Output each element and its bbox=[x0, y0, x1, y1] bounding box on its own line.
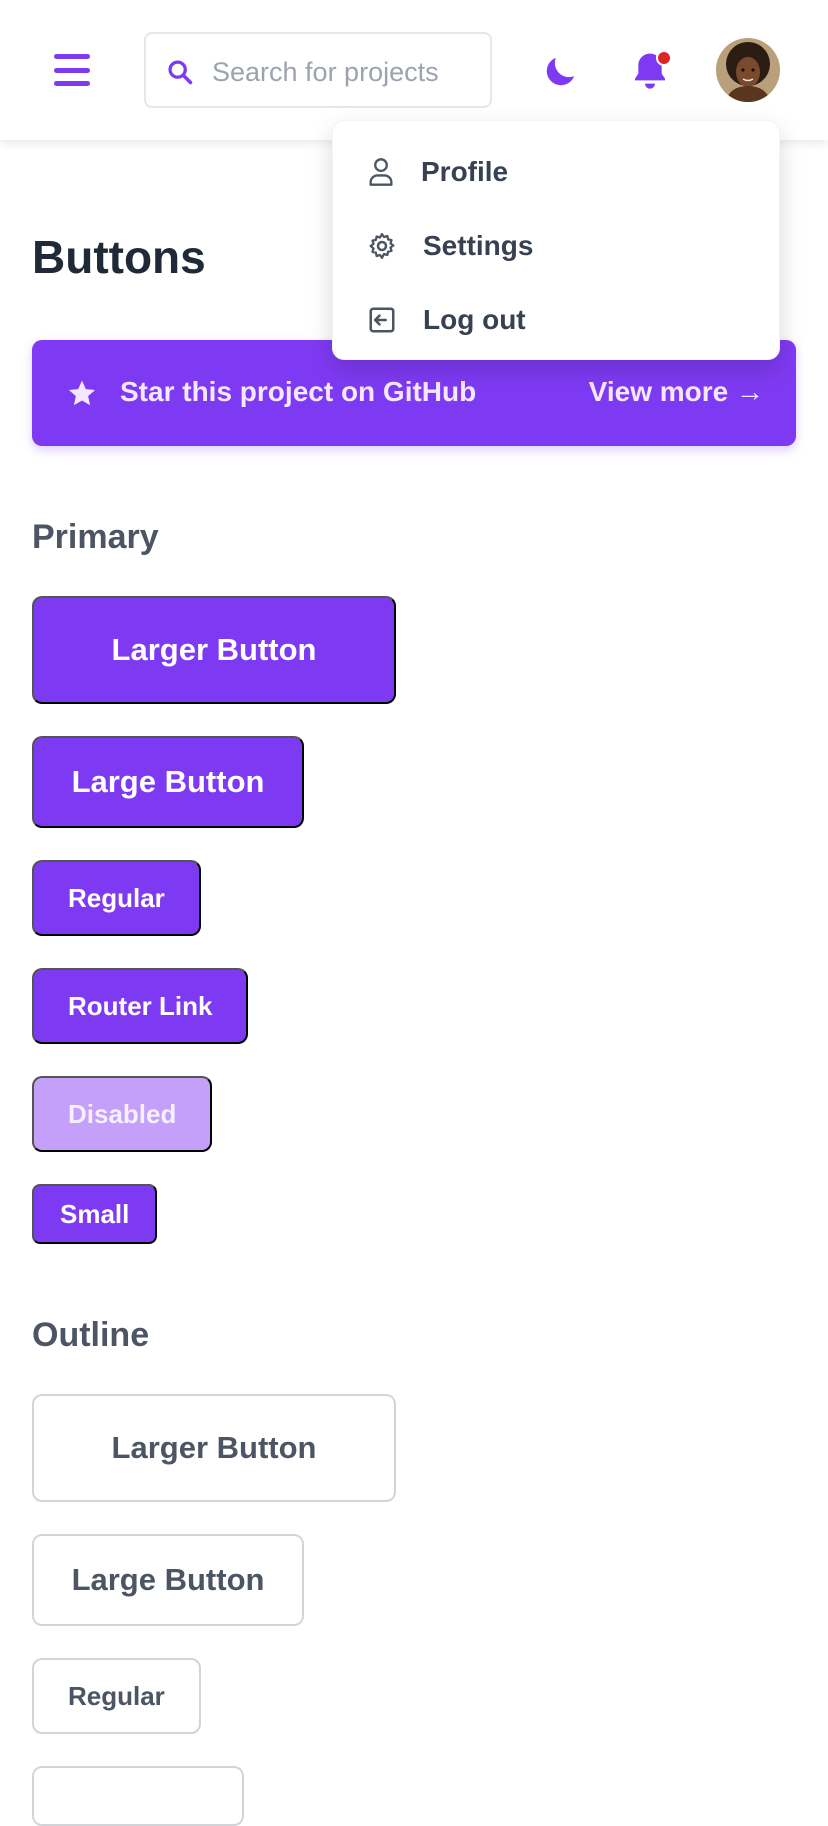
view-more-link[interactable]: View more → bbox=[589, 376, 764, 408]
search-input[interactable] bbox=[212, 52, 482, 92]
section-title-outline: Outline bbox=[32, 1316, 150, 1354]
outline-larger-button[interactable]: Larger Button bbox=[32, 1394, 396, 1502]
menu-item-label: Settings bbox=[423, 230, 534, 261]
primary-disabled-button: Disabled bbox=[32, 1076, 213, 1152]
profile-dropdown: Profile Settings Log out bbox=[332, 120, 780, 360]
moon-icon[interactable] bbox=[540, 52, 580, 92]
star-icon bbox=[68, 380, 96, 406]
user-icon bbox=[369, 158, 393, 186]
logout-icon bbox=[369, 307, 395, 333]
notification-badge bbox=[656, 50, 672, 66]
menu-item-settings[interactable]: Settings bbox=[333, 209, 779, 283]
menu-item-logout[interactable]: Log out bbox=[333, 283, 779, 357]
menu-item-profile[interactable]: Profile bbox=[333, 135, 779, 209]
primary-large-button[interactable]: Large Button bbox=[32, 736, 304, 828]
menu-item-label: Profile bbox=[421, 156, 509, 187]
gear-icon bbox=[369, 233, 395, 259]
top-header bbox=[0, 0, 828, 140]
outline-regular-button[interactable]: Regular bbox=[32, 1658, 201, 1734]
primary-router-link-button[interactable]: Router Link bbox=[32, 968, 249, 1044]
search-icon bbox=[168, 60, 193, 85]
menu-icon[interactable] bbox=[48, 50, 96, 90]
banner-text: Star this project on GitHub bbox=[120, 376, 477, 407]
outline-large-button[interactable]: Large Button bbox=[32, 1534, 304, 1626]
primary-regular-button[interactable]: Regular bbox=[32, 860, 201, 936]
avatar[interactable] bbox=[716, 38, 780, 102]
menu-item-label: Log out bbox=[423, 304, 526, 335]
primary-larger-button[interactable]: Larger Button bbox=[32, 596, 396, 704]
primary-small-button[interactable]: Small bbox=[32, 1184, 158, 1244]
section-title-primary: Primary bbox=[32, 518, 159, 556]
page-title: Buttons bbox=[32, 231, 206, 283]
outline-next-button-partial[interactable] bbox=[32, 1766, 244, 1826]
search-box bbox=[144, 32, 492, 108]
